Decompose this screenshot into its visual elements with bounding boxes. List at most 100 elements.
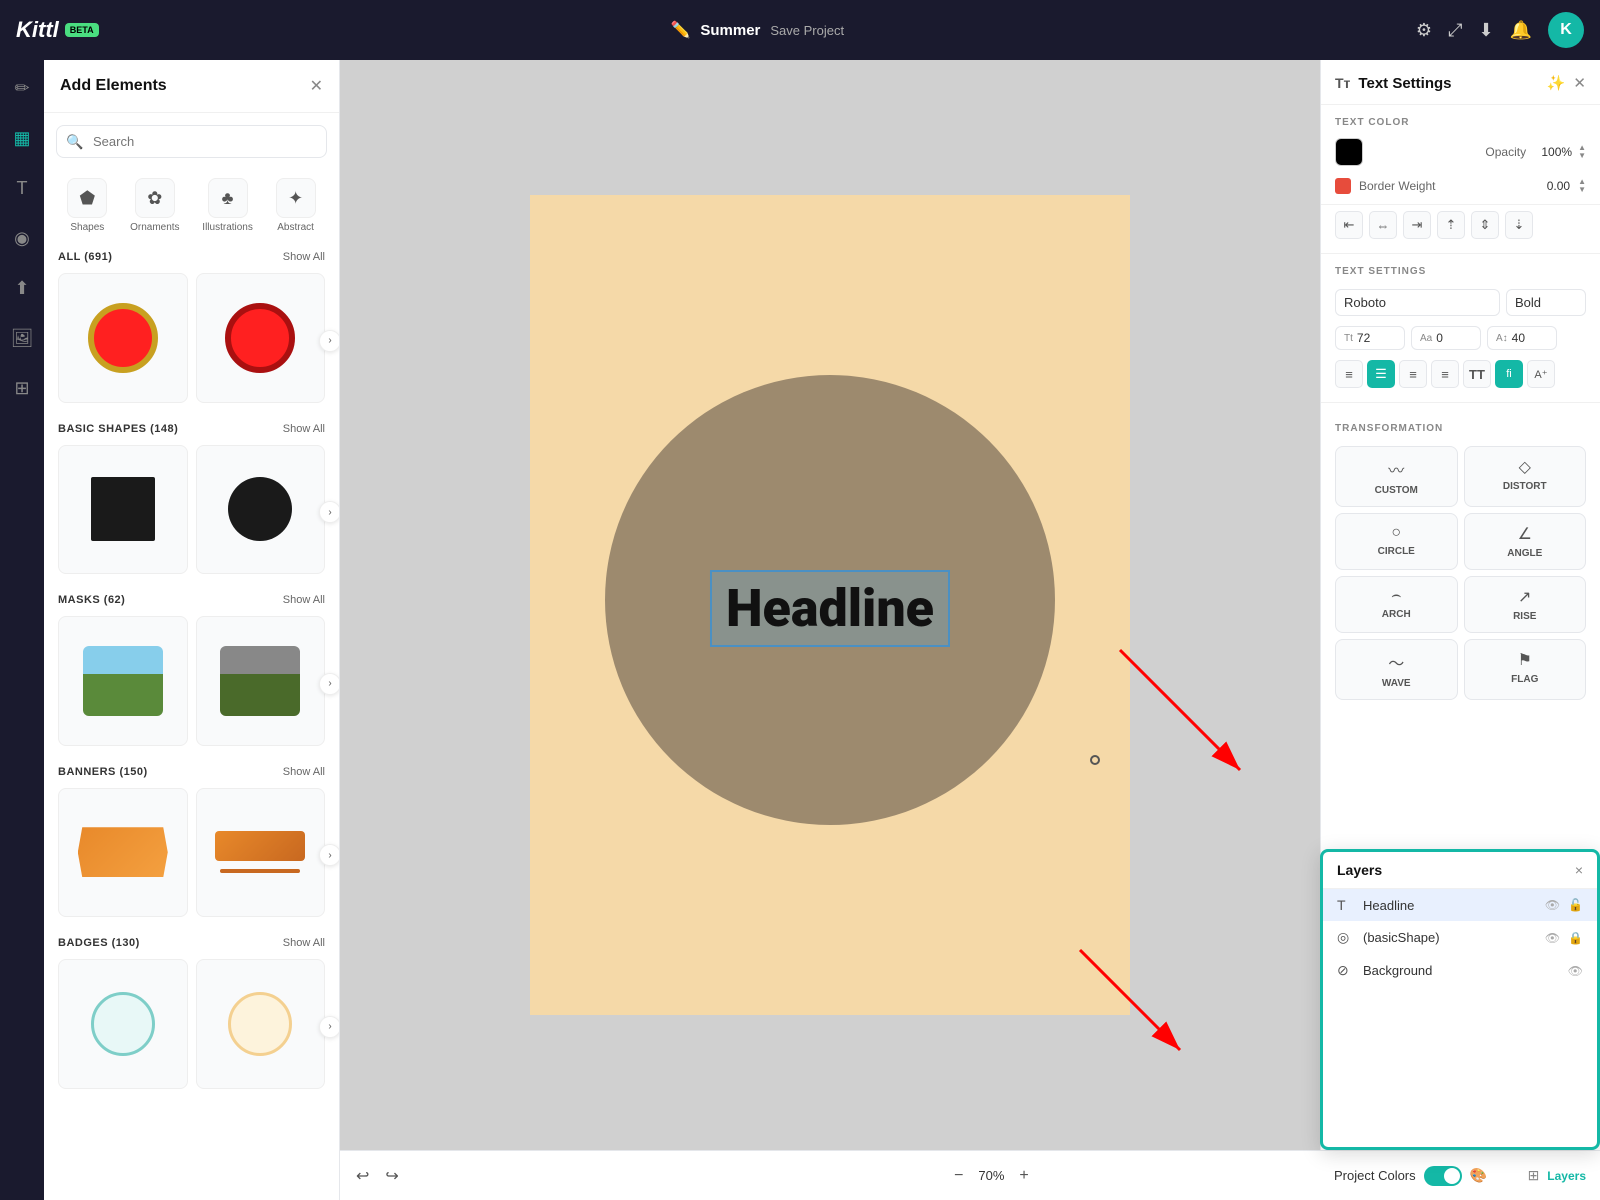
upload-icon[interactable]: ⬆ (6, 272, 38, 304)
transform-rise-button[interactable]: ↗ RISE (1464, 576, 1587, 633)
undo-button[interactable]: ↩ (356, 1166, 369, 1186)
align-right-button[interactable]: ⇥ (1403, 211, 1431, 239)
headline-text-element[interactable]: Headline (710, 570, 950, 647)
layer-basicshape-visibility[interactable]: 👁 (1545, 931, 1560, 945)
layer-item-headline[interactable]: T Headline 👁 🔓 (1323, 889, 1597, 921)
close-right-panel-button[interactable]: ✕ (1573, 74, 1586, 92)
masks-grid-next-arrow[interactable]: › (319, 673, 340, 695)
canvas-area[interactable]: Headline (340, 60, 1320, 1150)
show-all-basic-button[interactable]: Show All (283, 423, 325, 435)
align-top-button[interactable]: ⇡ (1437, 211, 1465, 239)
align-text-center-button[interactable]: ☰ (1367, 360, 1395, 388)
basic-grid-next-arrow[interactable]: › (319, 501, 340, 523)
layer-headline-visibility[interactable]: 👁 (1545, 898, 1560, 912)
show-all-badges-button[interactable]: Show All (283, 937, 325, 949)
badges-grid-next-arrow[interactable]: › (319, 1016, 340, 1038)
magic-icon[interactable]: ✨ (1547, 74, 1566, 92)
list-item[interactable] (196, 959, 326, 1089)
transform-circle-button[interactable]: ○ CIRCLE (1335, 513, 1458, 570)
transform-custom-button[interactable]: 〰 CUSTOM (1335, 446, 1458, 507)
search-input[interactable] (56, 125, 327, 158)
banners-grid-next-arrow[interactable]: › (319, 844, 340, 866)
text-style-TT-button[interactable]: TT (1463, 360, 1491, 388)
tracking-field[interactable]: Aа 0 (1411, 326, 1481, 350)
layer-item-basicshape[interactable]: ◎ (basicShape) 👁 🔒 (1323, 921, 1597, 954)
list-item[interactable] (196, 788, 326, 918)
font-weight-select[interactable]: Bold (1506, 289, 1586, 316)
transform-distort-button[interactable]: ◇ DISTORT (1464, 446, 1587, 507)
panel-collapse-handle[interactable]: ‹ (339, 606, 340, 654)
redo-button[interactable]: ↪ (385, 1166, 398, 1186)
share-icon[interactable]: ⤢ (1448, 20, 1462, 41)
align-center-v-button[interactable]: ⇕ (1471, 211, 1499, 239)
ligatures-button[interactable]: fi (1495, 360, 1523, 388)
font-family-select[interactable]: Roboto (1335, 289, 1500, 316)
layer-item-background[interactable]: ⊘ Background 👁 (1323, 954, 1597, 987)
layer-basicshape-lock[interactable]: 🔒 (1568, 931, 1583, 945)
align-bottom-button[interactable]: ⇣ (1505, 211, 1533, 239)
list-item[interactable] (58, 959, 188, 1089)
layers-close-button[interactable]: × (1575, 862, 1583, 878)
list-item[interactable] (196, 616, 326, 746)
show-all-banners-button[interactable]: Show All (283, 766, 325, 778)
border-spinner[interactable]: ▲▼ (1578, 178, 1586, 194)
bell-icon[interactable]: 🔔 (1510, 20, 1532, 41)
category-abstract[interactable]: ✦ Abstract (276, 178, 316, 233)
transform-flag-button[interactable]: ⚑ FLAG (1464, 639, 1587, 700)
align-left-button[interactable]: ⇤ (1335, 211, 1363, 239)
font-size-field[interactable]: Tt 72 (1335, 326, 1405, 350)
save-project-button[interactable]: Save Project (770, 23, 844, 38)
glyphs-button[interactable]: A⁺ (1527, 360, 1555, 388)
align-text-left-button[interactable]: ≡ (1335, 360, 1363, 388)
topbar: Kittl BETA ✏️ Summer Save Project ⚙ ⤢ ⬇ … (0, 0, 1600, 60)
section-basic-shapes-title: BASIC SHAPES (148) (58, 423, 178, 435)
image-icon[interactable]: 🖼 (6, 322, 38, 354)
grid-icon[interactable]: ⊞ (6, 372, 38, 404)
zoom-out-button[interactable]: − (954, 1167, 963, 1185)
elements-icon[interactable]: ▦ (6, 122, 38, 154)
canvas-background: Headline (530, 195, 1130, 1015)
project-name[interactable]: Summer (700, 22, 760, 39)
layer-background-visibility[interactable]: 👁 (1568, 964, 1583, 978)
transform-angle-button[interactable]: ∠ ANGLE (1464, 513, 1587, 570)
list-item[interactable] (58, 788, 188, 918)
border-color-swatch[interactable] (1335, 178, 1351, 194)
list-item[interactable] (196, 273, 326, 403)
text-icon[interactable]: T (6, 172, 38, 204)
panel-close-button[interactable]: ✕ (310, 76, 323, 96)
list-item[interactable] (58, 273, 188, 403)
list-item[interactable] (58, 616, 188, 746)
layers-bottom-label[interactable]: Layers (1547, 1169, 1586, 1183)
edit-icon[interactable]: ✏ (6, 72, 38, 104)
project-colors-control: Project Colors 🎨 (1334, 1166, 1487, 1186)
opacity-spinner[interactable]: ▲▼ (1578, 144, 1586, 160)
ornaments-label: Ornaments (130, 222, 179, 233)
layer-headline-lock[interactable]: 🔓 (1568, 898, 1583, 912)
color-icon[interactable]: ◉ (6, 222, 38, 254)
list-item[interactable] (58, 445, 188, 575)
project-colors-toggle[interactable] (1424, 1166, 1462, 1186)
text-color-swatch[interactable] (1335, 138, 1363, 166)
transform-arch-button[interactable]: ⌢ ARCH (1335, 576, 1458, 633)
category-shapes[interactable]: ⬟ Shapes (67, 178, 107, 233)
list-item[interactable] (196, 445, 326, 575)
angle-transform-icon: ∠ (1518, 524, 1532, 544)
line-height-field[interactable]: A↕ 40 (1487, 326, 1557, 350)
transform-wave-button[interactable]: 〜 WAVE (1335, 639, 1458, 700)
category-illustrations[interactable]: ♣ Illustrations (202, 178, 253, 233)
show-all-masks-button[interactable]: Show All (283, 594, 325, 606)
color-row: Opacity 100% ▲▼ (1321, 134, 1600, 174)
align-text-right-button[interactable]: ≡ (1399, 360, 1427, 388)
download-icon[interactable]: ⬇ (1478, 20, 1493, 41)
settings-icon[interactable]: ⚙ (1416, 20, 1432, 41)
zoom-in-button[interactable]: + (1019, 1167, 1028, 1185)
text-settings-sub-label: TEXT SETTINGS (1321, 254, 1600, 283)
show-all-button[interactable]: Show All (283, 251, 325, 263)
avatar[interactable]: K (1548, 12, 1584, 48)
align-text-justify-button[interactable]: ≡ (1431, 360, 1459, 388)
palette-icon[interactable]: 🎨 (1470, 1167, 1487, 1184)
category-ornaments[interactable]: ✿ Ornaments (130, 178, 179, 233)
grid-next-arrow[interactable]: › (319, 330, 340, 352)
layers-panel-icon[interactable]: ⊞ (1528, 1167, 1540, 1184)
align-center-h-button[interactable]: ⇔ (1369, 211, 1397, 239)
